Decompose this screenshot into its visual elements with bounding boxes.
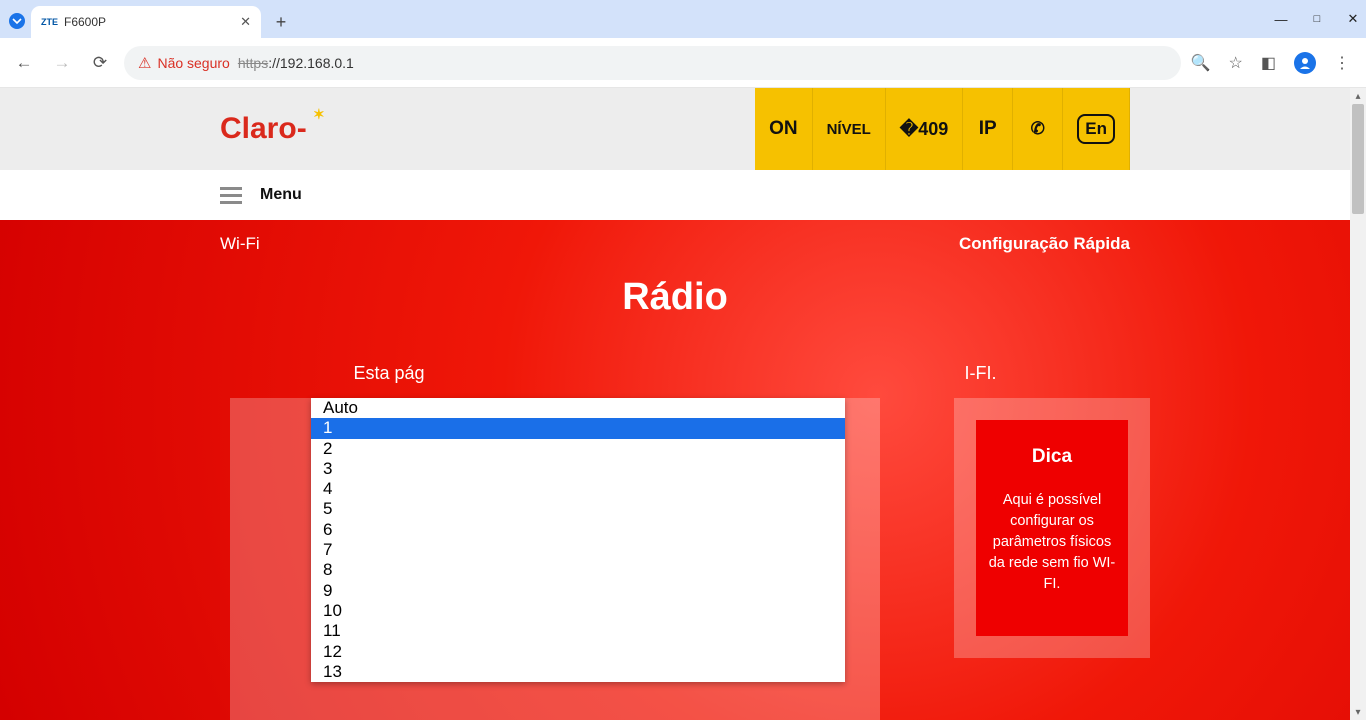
page-viewport: Claro- ✶ ON NÍVEL �409 IP ✆ En (0, 88, 1366, 720)
security-label: Não seguro (157, 55, 229, 71)
close-window-icon[interactable]: ✕ (1346, 11, 1360, 27)
dropdown-option[interactable]: 11 (311, 621, 845, 641)
tip-card: Dica Aqui é possível configurar os parâm… (954, 398, 1150, 658)
warning-icon: ⚠ (138, 54, 151, 72)
window-controls: — □ ✕ (1274, 0, 1360, 38)
dropdown-option[interactable]: 13 (311, 662, 845, 682)
kebab-menu-icon[interactable]: ⋮ (1334, 53, 1350, 73)
dropdown-option[interactable]: 1 (311, 418, 845, 438)
reload-button[interactable]: ⟳ (86, 49, 114, 77)
dropdown-option[interactable]: 8 (311, 560, 845, 580)
browser-tab[interactable]: ZTE F6600P ✕ (31, 6, 261, 38)
wifi-icon: �409 (900, 119, 949, 140)
menu-bar: Menu (0, 170, 1350, 220)
minimize-icon[interactable]: — (1274, 12, 1288, 27)
tab-title: F6600P (64, 15, 234, 29)
brand-logo[interactable]: Claro- ✶ (220, 112, 325, 146)
scroll-down-icon[interactable]: ▾ (1350, 704, 1366, 720)
site-header: Claro- ✶ ON NÍVEL �409 IP ✆ En (0, 88, 1350, 170)
phone-icon: ✆ (1031, 119, 1045, 139)
status-badges: ON NÍVEL �409 IP ✆ En (755, 88, 1130, 170)
dropdown-option[interactable]: Auto (311, 398, 845, 418)
dropdown-option[interactable]: 5 (311, 499, 845, 519)
breadcrumb[interactable]: Wi-Fi (220, 234, 260, 254)
status-on[interactable]: ON (755, 88, 813, 170)
security-warning[interactable]: ⚠ Não seguro (138, 54, 230, 72)
scroll-up-icon[interactable]: ▴ (1350, 88, 1366, 104)
scrollbar-track[interactable]: ▴ ▾ (1350, 88, 1366, 720)
hamburger-icon[interactable] (220, 187, 242, 204)
browser-tab-bar: ZTE F6600P ✕ + — □ ✕ (0, 0, 1366, 38)
bookmark-star-icon[interactable]: ☆ (1229, 53, 1243, 73)
scrollbar-thumb[interactable] (1352, 104, 1364, 214)
tab-favicon: ZTE (41, 17, 58, 27)
browser-toolbar: ← → ⟳ ⚠ Não seguro https://192.168.0.1 🔍… (0, 38, 1366, 88)
status-wifi[interactable]: �409 (886, 88, 964, 170)
tab-dropdown-icon[interactable] (8, 6, 26, 36)
dropdown-option[interactable]: 12 (311, 642, 845, 662)
dropdown-option[interactable]: 7 (311, 540, 845, 560)
dropdown-option[interactable]: 3 (311, 459, 845, 479)
tip-body: Aqui é possível configurar os parâmetros… (988, 490, 1116, 595)
status-lang[interactable]: En (1063, 88, 1130, 170)
zoom-icon[interactable]: 🔍 (1191, 53, 1211, 73)
new-tab-button[interactable]: + (267, 8, 295, 36)
dropdown-option[interactable]: 2 (311, 439, 845, 459)
dropdown-option[interactable]: 4 (311, 479, 845, 499)
dropdown-option[interactable]: 9 (311, 581, 845, 601)
page-title: Rádio (220, 276, 1130, 319)
dropdown-option[interactable]: 10 (311, 601, 845, 621)
dropdown-option[interactable]: 6 (311, 520, 845, 540)
page-subtitle: Esta págI-FI. (220, 363, 1130, 384)
profile-avatar[interactable] (1294, 52, 1316, 74)
close-tab-icon[interactable]: ✕ (240, 14, 251, 30)
menu-label[interactable]: Menu (260, 186, 302, 204)
status-level[interactable]: NÍVEL (813, 88, 886, 170)
back-button[interactable]: ← (10, 49, 38, 77)
status-phone[interactable]: ✆ (1013, 88, 1063, 170)
url-text: https://192.168.0.1 (238, 55, 354, 71)
forward-button: → (48, 49, 76, 77)
maximize-icon[interactable]: □ (1310, 13, 1324, 25)
channel-dropdown[interactable]: Auto12345678910111213 (311, 398, 845, 682)
address-bar[interactable]: ⚠ Não seguro https://192.168.0.1 (124, 46, 1181, 80)
quick-config-link[interactable]: Configuração Rápida (959, 234, 1130, 254)
logo-spark-icon: ✶ (313, 106, 325, 123)
side-panel-icon[interactable]: ◧ (1261, 53, 1276, 73)
status-ip[interactable]: IP (963, 88, 1013, 170)
tip-title: Dica (988, 446, 1116, 468)
